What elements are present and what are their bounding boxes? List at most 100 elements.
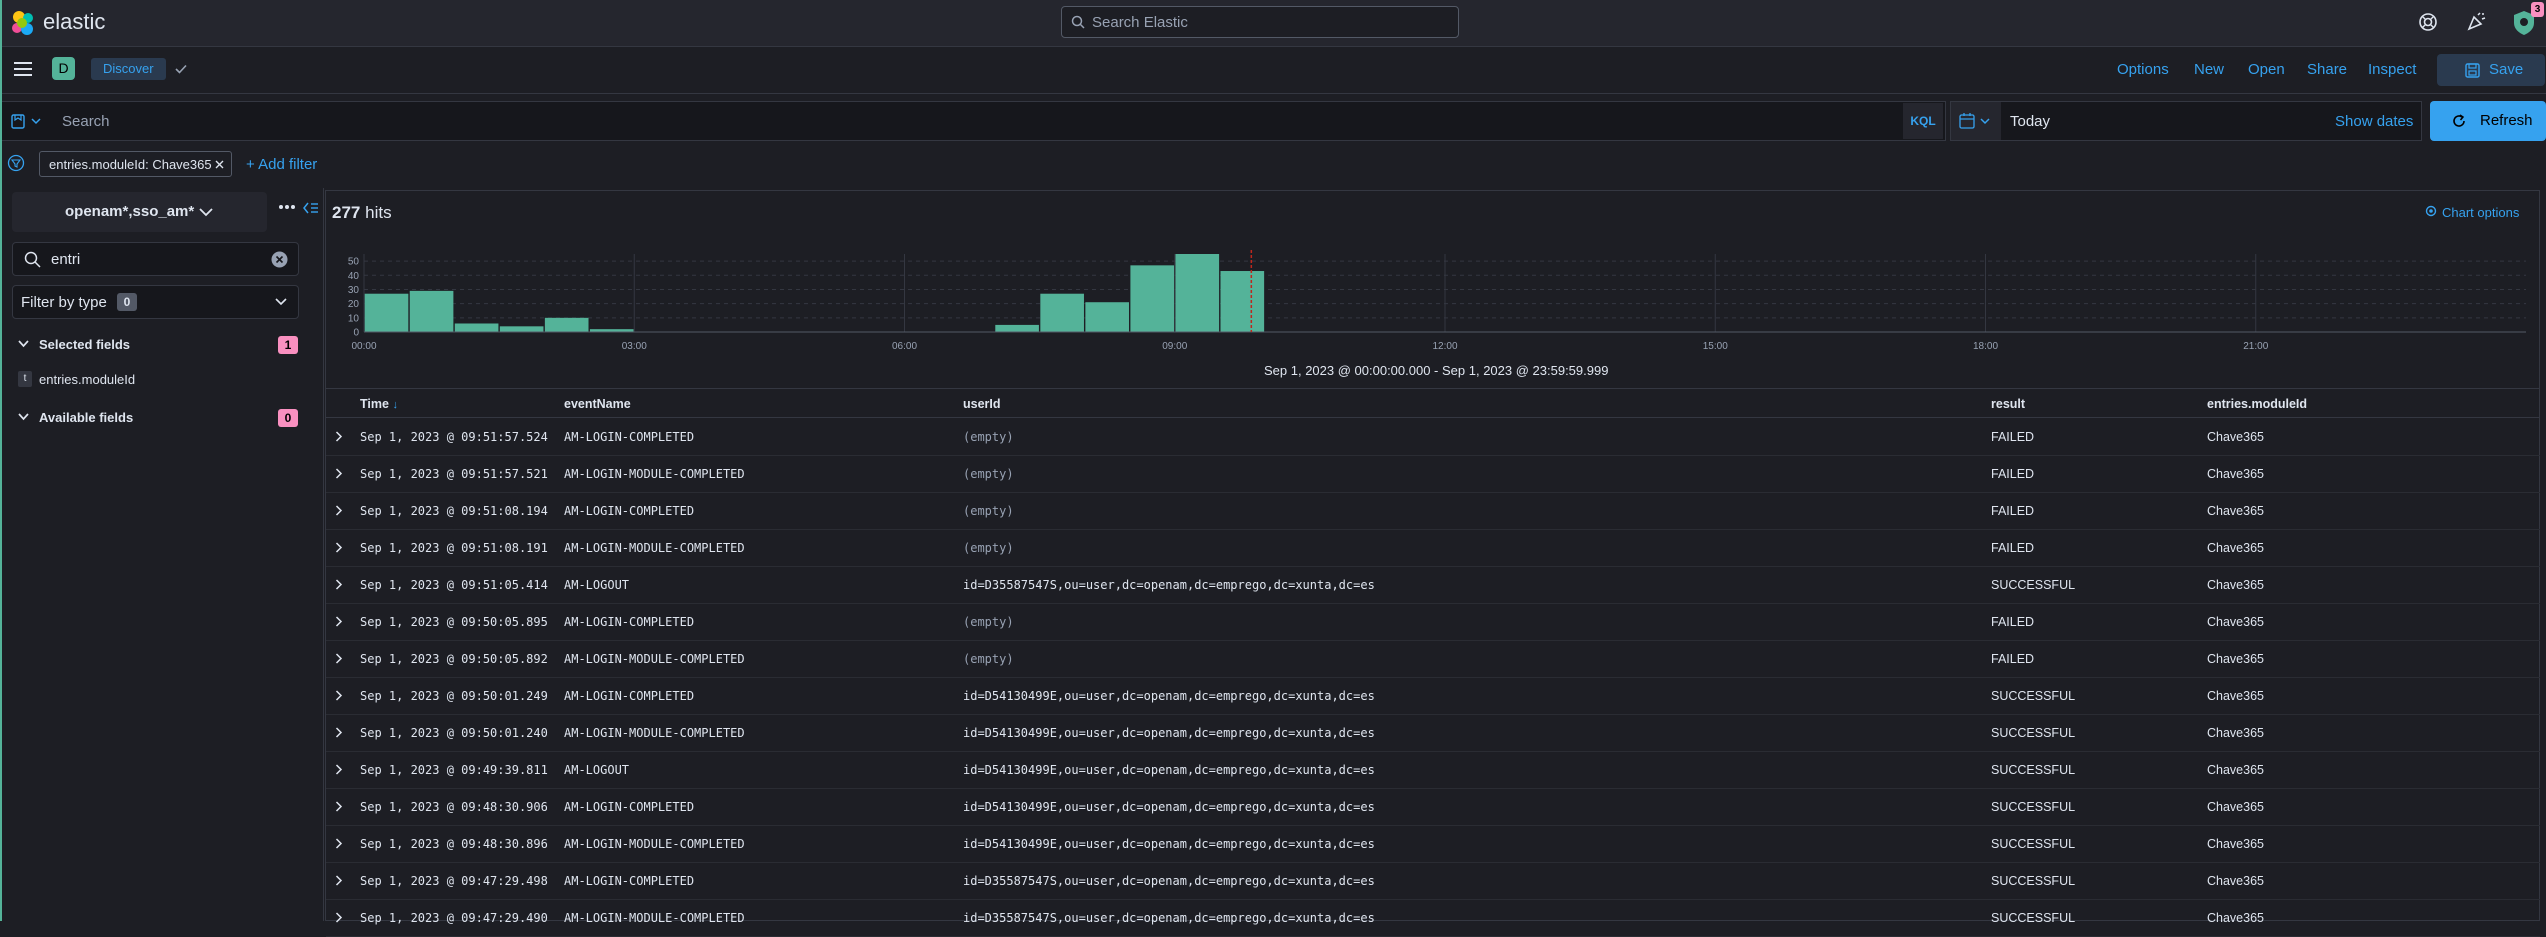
chart-options-link[interactable]: Chart options [2442, 205, 2519, 220]
field-type-icon: t [18, 371, 32, 387]
table-row[interactable]: Sep 1, 2023 @ 09:51:57.521 AM-LOGIN-MODUL… [326, 456, 2540, 493]
table-row[interactable]: Sep 1, 2023 @ 09:51:08.191 AM-LOGIN-MODUL… [326, 530, 2540, 567]
column-header-time[interactable]: Time ↓ [360, 397, 398, 411]
expand-row-icon[interactable] [335, 801, 343, 812]
histogram-chart[interactable]: 0 10 20 30 40 50 00:00 03:00 06:00 09:00 12:00 15:0… [326, 244, 2540, 359]
expand-row-icon[interactable] [335, 875, 343, 886]
elastic-logo-icon[interactable] [10, 10, 36, 36]
available-fields-toggle[interactable]: Available fields 0 [16, 409, 316, 429]
space-avatar[interactable]: D [52, 57, 75, 80]
column-header-result[interactable]: result [1991, 397, 2025, 411]
table-row[interactable]: Sep 1, 2023 @ 09:51:57.524 AM-LOGIN-COMPL… [326, 419, 2540, 456]
quick-date-menu[interactable] [1951, 102, 2001, 140]
more-options-icon[interactable] [278, 204, 296, 210]
column-header-moduleid[interactable]: entries.moduleId [2207, 397, 2307, 411]
table-row[interactable]: Sep 1, 2023 @ 09:48:30.906 AM-LOGIN-COMPL… [326, 789, 2540, 826]
show-dates-link[interactable]: Show dates [2335, 113, 2413, 130]
filter-menu-icon[interactable] [7, 154, 25, 172]
cell-result: SUCCESSFUL [1991, 763, 2076, 777]
expand-row-icon[interactable] [335, 838, 343, 849]
cell-result: SUCCESSFUL [1991, 689, 2076, 703]
expand-row-icon[interactable] [335, 542, 343, 553]
field-item-entries-moduleid[interactable]: t entries.moduleId [16, 370, 296, 390]
global-search-placeholder: Search Elastic [1092, 14, 1188, 31]
saved-query-button[interactable] [4, 107, 52, 135]
help-icon[interactable] [2418, 12, 2438, 32]
collapse-sidebar-icon[interactable] [303, 202, 319, 214]
share-link[interactable]: Share [2307, 61, 2347, 78]
top-header: elastic Search Elastic 3 [0, 0, 2546, 47]
table-row[interactable]: Sep 1, 2023 @ 09:47:29.498 AM-LOGIN-COMPL… [326, 863, 2540, 900]
options-link[interactable]: Options [2117, 61, 2169, 78]
inspect-link[interactable]: Inspect [2368, 61, 2416, 78]
new-link[interactable]: New [2194, 61, 2224, 78]
expand-row-icon[interactable] [335, 764, 343, 775]
save-label: Save [2489, 61, 2524, 78]
cell-moduleid: Chave365 [2207, 763, 2264, 777]
table-row[interactable]: Sep 1, 2023 @ 09:49:39.811 AM-LOGOUT id=D5… [326, 752, 2540, 789]
table-row[interactable]: Sep 1, 2023 @ 09:50:01.249 AM-LOGIN-COMPL… [326, 678, 2540, 715]
sort-down-icon[interactable]: ↓ [392, 399, 398, 411]
query-search-input[interactable]: Search [62, 113, 110, 130]
filter-pill[interactable]: entries.moduleId: Chave365 [39, 151, 232, 177]
save-button[interactable]: Save [2437, 54, 2545, 86]
cell-eventname: AM-LOGIN-COMPLETED [564, 615, 695, 629]
news-feed-icon[interactable] [2465, 11, 2487, 33]
histogram-bar [409, 290, 454, 332]
cell-moduleid: Chave365 [2207, 689, 2264, 703]
table-row[interactable]: Sep 1, 2023 @ 09:51:08.194 AM-LOGIN-COMPL… [326, 493, 2540, 530]
expand-row-icon[interactable] [335, 727, 343, 738]
field-search-input[interactable]: entri [12, 242, 299, 276]
expand-row-icon[interactable] [335, 431, 343, 442]
cell-moduleid: Chave365 [2207, 430, 2264, 444]
table-row[interactable]: Sep 1, 2023 @ 09:47:29.490 AM-LOGIN-MODUL… [326, 900, 2540, 937]
breadcrumb-discover[interactable]: Discover [91, 58, 166, 80]
expand-row-icon[interactable] [335, 505, 343, 516]
table-row[interactable]: Sep 1, 2023 @ 09:50:05.892 AM-LOGIN-MODUL… [326, 641, 2540, 678]
column-header-eventname[interactable]: eventName [564, 397, 631, 411]
histogram-bar [364, 293, 409, 332]
open-link[interactable]: Open [2248, 61, 2285, 78]
refresh-button[interactable]: Refresh [2430, 101, 2546, 141]
index-pattern-selector[interactable]: openam*,sso_am* [12, 192, 267, 232]
cell-userid: (empty) [963, 652, 1014, 666]
cell-result: FAILED [1991, 504, 2035, 518]
selected-fields-toggle[interactable]: Selected fields 1 [16, 336, 316, 356]
add-filter-link[interactable]: + Add filter [246, 156, 317, 173]
global-search-input[interactable]: Search Elastic [1061, 6, 1459, 38]
table-row[interactable]: Sep 1, 2023 @ 09:50:05.895 AM-LOGIN-COMPL… [326, 604, 2540, 641]
cell-eventname: AM-LOGIN-COMPLETED [564, 504, 695, 518]
clear-icon[interactable] [271, 251, 288, 268]
cell-moduleid: Chave365 [2207, 652, 2264, 666]
chevron-down-icon [18, 413, 29, 421]
menu-icon[interactable] [14, 62, 32, 76]
close-icon[interactable] [215, 160, 224, 169]
table-row[interactable]: Sep 1, 2023 @ 09:50:01.240 AM-LOGIN-MODUL… [326, 715, 2540, 752]
cell-moduleid: Chave365 [2207, 541, 2264, 555]
expand-row-icon[interactable] [335, 912, 343, 923]
date-range-value[interactable]: Today [2010, 113, 2050, 130]
expand-row-icon[interactable] [335, 690, 343, 701]
search-icon [1071, 15, 1085, 29]
histogram-bar [499, 326, 544, 332]
filter-by-type-button[interactable]: Filter by type 0 [12, 285, 299, 319]
gear-icon[interactable] [2425, 205, 2437, 217]
cell-moduleid: Chave365 [2207, 874, 2264, 888]
kql-toggle[interactable]: KQL [1903, 103, 1943, 139]
expand-row-icon[interactable] [335, 468, 343, 479]
expand-row-icon[interactable] [335, 579, 343, 590]
column-header-userid[interactable]: userId [963, 397, 1001, 411]
cell-time: Sep 1, 2023 @ 09:51:08.191 [360, 541, 548, 555]
expand-row-icon[interactable] [335, 616, 343, 627]
expand-row-icon[interactable] [335, 653, 343, 664]
table-row[interactable]: Sep 1, 2023 @ 09:51:05.414 AM-LOGOUT id=D3… [326, 567, 2540, 604]
cell-eventname: AM-LOGIN-MODULE-COMPLETED [564, 911, 745, 925]
table-header: Time ↓ eventName userId result entries.m… [326, 388, 2540, 418]
cell-time: Sep 1, 2023 @ 09:50:01.240 [360, 726, 548, 740]
table-row[interactable]: Sep 1, 2023 @ 09:48:30.896 AM-LOGIN-MODUL… [326, 826, 2540, 863]
cell-result: FAILED [1991, 430, 2035, 444]
histogram-bar [454, 323, 499, 332]
chevron-down-icon [199, 208, 213, 217]
x-tick-label: 12:00 [1432, 341, 1457, 352]
index-pattern-label: openam*,sso_am* [65, 203, 195, 220]
